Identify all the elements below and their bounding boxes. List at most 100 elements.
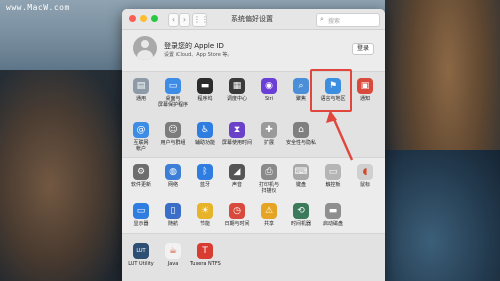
pane-startup-disk[interactable]: ▬ 启动磁盘 — [318, 203, 348, 227]
show-all-grid-button[interactable]: ⋮⋮ — [192, 13, 209, 27]
pane-label: 桌面与 屏幕保护程序 — [158, 96, 189, 108]
pane-label: 鼠标 — [359, 182, 370, 188]
pane-label: 蓝牙 — [199, 182, 210, 188]
desktop-screensaver-icon: ▭ — [165, 78, 181, 94]
apple-id-banner: 登录您的 Apple ID 设置 iCloud、App Store 等。 登录 — [122, 30, 385, 70]
displays-icon: ▭ — [133, 203, 149, 219]
pane-label: 通知 — [359, 96, 370, 102]
pane-siri[interactable]: ◉ Siri — [254, 78, 284, 102]
pane-sharing[interactable]: ⚠ 共享 — [254, 203, 284, 227]
pane-accessibility[interactable]: ♿ 辅助功能 — [190, 122, 220, 146]
pane-security-privacy[interactable]: ⌂ 安全性与隐私 — [286, 122, 316, 146]
login-button[interactable]: 登录 — [352, 43, 374, 55]
system-preferences-window: ‹ › ⋮⋮ 系统偏好设置 ⌕ 搜索 登录您的 Apple ID 设置 iClo… — [122, 9, 385, 281]
pane-label: 互联网 帐户 — [133, 140, 149, 152]
minimize-window-button[interactable] — [140, 15, 147, 22]
security-privacy-icon: ⌂ — [293, 122, 309, 138]
java-icon: ☕ — [165, 243, 181, 259]
pane-mouse[interactable]: ◖ 鼠标 — [350, 164, 380, 188]
search-input[interactable]: ⌕ 搜索 — [316, 13, 380, 27]
pane-label: 显示器 — [133, 221, 149, 227]
pane-label: 触控板 — [325, 182, 341, 188]
mouse-icon: ◖ — [357, 164, 373, 180]
pane-label: 扩展 — [263, 140, 274, 146]
pane-label: Java — [167, 261, 179, 267]
bluetooth-icon: ᛒ — [197, 164, 213, 180]
pane-date-time[interactable]: ◷ 日期与时间 — [222, 203, 252, 227]
pane-internet-accounts[interactable]: @ 互联网 帐户 — [126, 122, 156, 152]
general-icon: ▤ — [133, 78, 149, 94]
pane-dock[interactable]: ▬ 程序坞 — [190, 78, 220, 102]
accessibility-icon: ♿ — [197, 122, 213, 138]
pane-extensions[interactable]: ✚ 扩展 — [254, 122, 284, 146]
forward-button[interactable]: › — [179, 13, 190, 27]
pane-software-update[interactable]: ⚙ 软件更新 — [126, 164, 156, 188]
close-window-button[interactable] — [129, 15, 136, 22]
tuxera-ntfs-icon: T — [197, 243, 213, 259]
pane-screen-time[interactable]: ⧗ 屏幕使用时间 — [222, 122, 252, 146]
pane-printers-scanners[interactable]: ⎙ 打印机与 扫描仪 — [254, 164, 284, 194]
pane-label: 辅助功能 — [194, 140, 215, 146]
pane-label: 打印机与 扫描仪 — [258, 182, 279, 194]
avatar[interactable] — [133, 36, 157, 60]
pane-displays[interactable]: ▭ 显示器 — [126, 203, 156, 227]
pane-label: 安全性与隐私 — [286, 140, 317, 146]
pane-desktop-screensaver[interactable]: ▭ 桌面与 屏幕保护程序 — [158, 78, 188, 108]
pane-energy-saver[interactable]: ☀ 节能 — [190, 203, 220, 227]
pane-users-groups[interactable]: ☺ 用户与群组 — [158, 122, 188, 146]
keyboard-icon: ⌨ — [293, 164, 309, 180]
search-icon: ⌕ — [320, 15, 324, 23]
search-placeholder: 搜索 — [328, 18, 341, 25]
network-icon: ◍ — [165, 164, 181, 180]
extensions-icon: ✚ — [261, 122, 277, 138]
pane-sound[interactable]: ◢ 声音 — [222, 164, 252, 188]
pane-notifications[interactable]: ▣ 通知 — [350, 78, 380, 102]
pane-label: 日期与时间 — [224, 221, 250, 227]
pane-time-machine[interactable]: ⟲ 时间机器 — [286, 203, 316, 227]
back-button[interactable]: ‹ — [168, 13, 179, 27]
sharing-icon: ⚠ — [261, 203, 277, 219]
screen-time-icon: ⧗ — [229, 122, 245, 138]
sound-icon: ◢ — [229, 164, 245, 180]
apple-id-subtitle: 设置 iCloud、App Store 等。 — [164, 52, 233, 58]
dock-icon: ▬ — [197, 78, 213, 94]
pane-keyboard[interactable]: ⌨ 键盘 — [286, 164, 316, 188]
trackpad-icon: ▭ — [325, 164, 341, 180]
time-machine-icon: ⟲ — [293, 203, 309, 219]
mission-control-icon: ▦ — [229, 78, 245, 94]
printers-scanners-icon: ⎙ — [261, 164, 277, 180]
date-time-icon: ◷ — [229, 203, 245, 219]
pane-label: Tuxera NTFS — [190, 261, 221, 267]
pane-label: 软件更新 — [130, 182, 151, 188]
internet-accounts-icon: @ — [133, 122, 149, 138]
pane-java[interactable]: ☕ Java — [158, 243, 188, 267]
siri-icon: ◉ — [261, 78, 277, 94]
pane-trackpad[interactable]: ▭ 触控板 — [318, 164, 348, 188]
users-groups-icon: ☺ — [165, 122, 181, 138]
pane-label: 时间机器 — [290, 221, 311, 227]
pane-label: 屏幕使用时间 — [222, 140, 253, 146]
wallpaper-rock-left — [0, 70, 125, 281]
pane-sidecar[interactable]: ▯ 随航 — [158, 203, 188, 227]
pane-label: 共享 — [263, 221, 274, 227]
window-title: 系统偏好设置 — [231, 15, 273, 23]
startup-disk-icon: ▬ — [325, 203, 341, 219]
pane-general[interactable]: ▤ 通用 — [126, 78, 156, 102]
apple-id-title: 登录您的 Apple ID — [164, 42, 224, 50]
pane-mission-control[interactable]: ▦ 调度中心 — [222, 78, 252, 102]
pane-label: 用户与群组 — [160, 140, 186, 146]
pane-label: 调度中心 — [226, 96, 247, 102]
pane-label: 网络 — [167, 182, 178, 188]
pane-label: 键盘 — [295, 182, 306, 188]
pane-network[interactable]: ◍ 网络 — [158, 164, 188, 188]
zoom-window-button[interactable] — [151, 15, 158, 22]
pane-label: 声音 — [231, 182, 242, 188]
sidecar-icon: ▯ — [165, 203, 181, 219]
pane-tuxera-ntfs[interactable]: T Tuxera NTFS — [190, 243, 221, 267]
pane-bluetooth[interactable]: ᛒ 蓝牙 — [190, 164, 220, 188]
wallpaper-sea-right — [385, 150, 500, 281]
software-update-icon: ⚙ — [133, 164, 149, 180]
pane-lut-utility[interactable]: LUT LUT Utility — [126, 243, 156, 267]
highlight-box-language-region — [310, 69, 352, 112]
pane-label: 程序坞 — [197, 96, 213, 102]
